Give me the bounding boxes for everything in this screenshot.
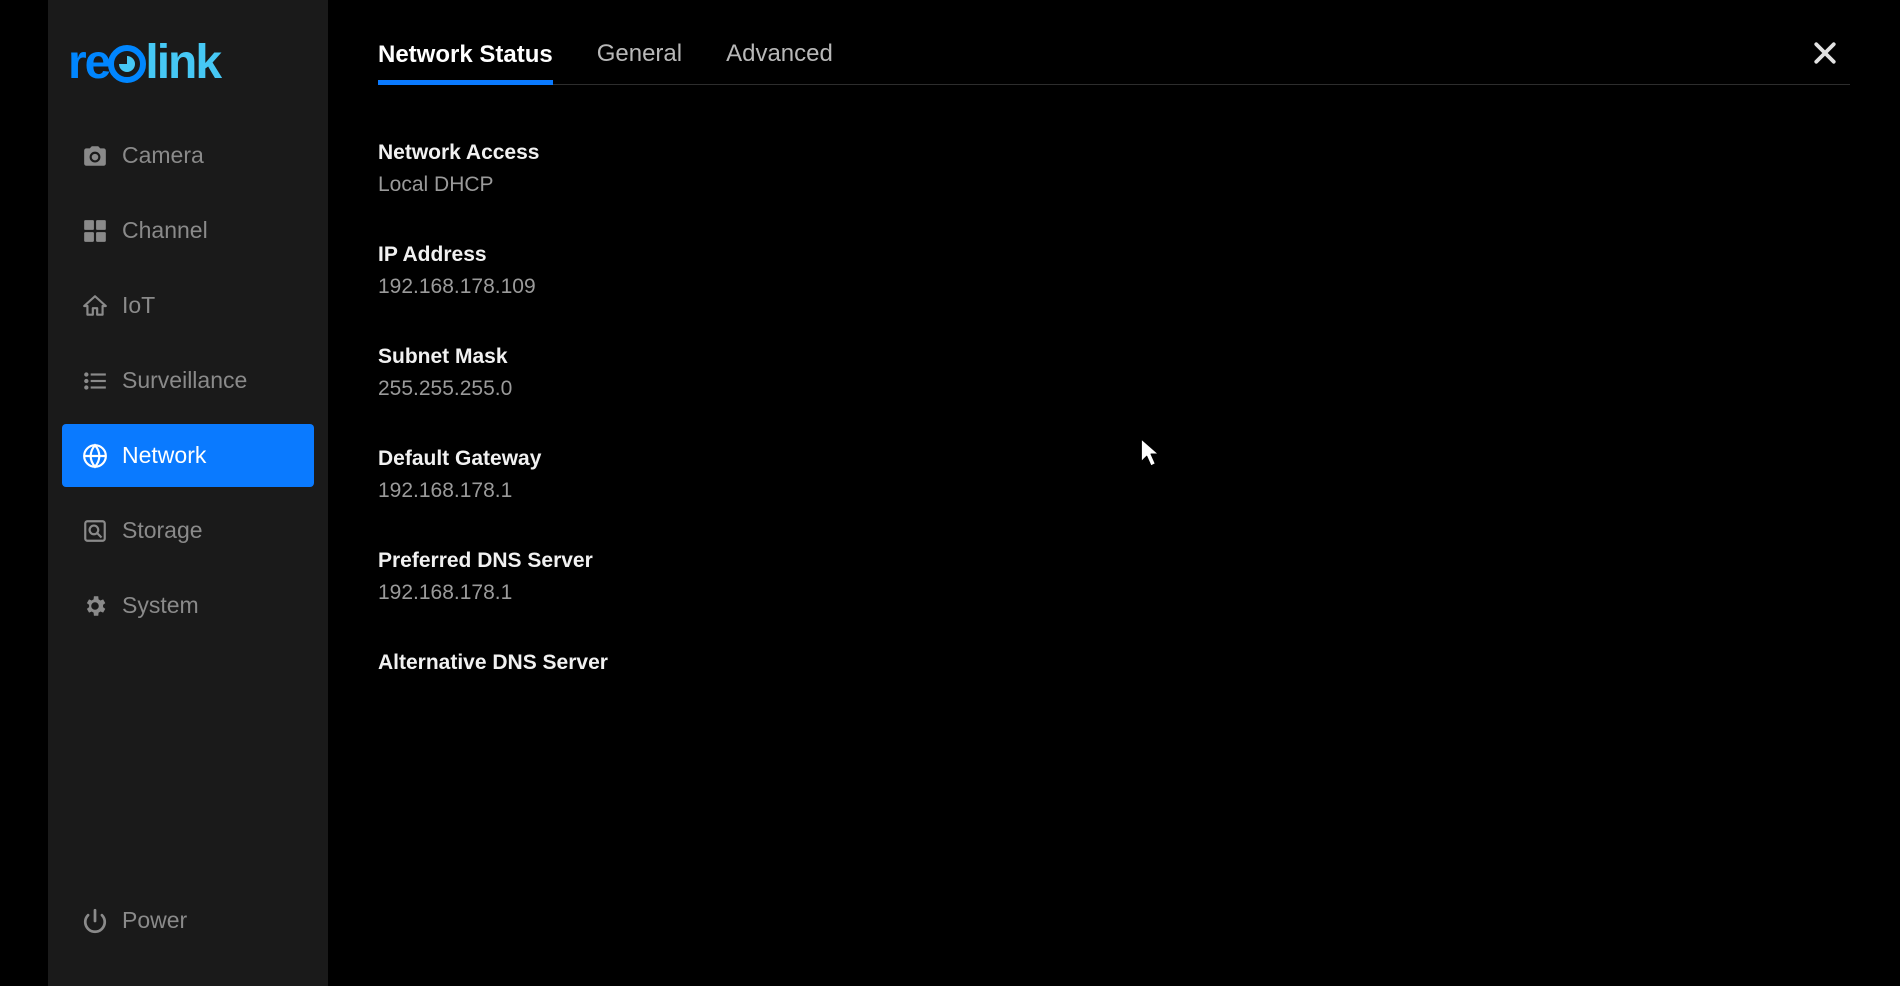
sidebar-item-label: Channel — [122, 217, 208, 244]
power-icon — [82, 908, 108, 934]
sidebar-item-camera[interactable]: Camera — [62, 124, 314, 187]
sidebar-item-network[interactable]: Network — [62, 424, 314, 487]
sidebar-item-label: Storage — [122, 517, 203, 544]
field-default-gateway: Default Gateway 192.168.178.1 — [378, 447, 1850, 503]
sidebar-item-surveillance[interactable]: Surveillance — [62, 349, 314, 412]
field-value: 192.168.178.1 — [378, 581, 1850, 605]
field-value: 255.255.255.0 — [378, 377, 1850, 401]
globe-icon — [82, 443, 108, 469]
tab-network-status[interactable]: Network Status — [378, 29, 553, 85]
tab-bar: Network Status General Advanced — [378, 28, 1850, 85]
sidebar-item-label: Power — [122, 907, 187, 934]
sidebar-item-iot[interactable]: IoT — [62, 274, 314, 337]
tab-advanced[interactable]: Advanced — [726, 28, 833, 84]
sidebar-nav: Camera Channel IoT Surveillance Network — [48, 118, 328, 986]
sidebar: re link Camera Channel — [48, 0, 328, 986]
field-label: Default Gateway — [378, 447, 1850, 471]
field-network-access: Network Access Local DHCP — [378, 141, 1850, 197]
field-label: Subnet Mask — [378, 345, 1850, 369]
field-label: IP Address — [378, 243, 1850, 267]
brand-logo: re link — [48, 25, 328, 118]
brand-prefix: re — [68, 35, 109, 90]
sidebar-item-label: System — [122, 592, 199, 619]
sidebar-item-storage[interactable]: Storage — [62, 499, 314, 562]
field-value: 192.168.178.1 — [378, 479, 1850, 503]
brand-text: re link — [68, 35, 220, 90]
close-icon — [1810, 35, 1840, 76]
field-label: Preferred DNS Server — [378, 549, 1850, 573]
close-button[interactable] — [1806, 34, 1844, 78]
grid-icon — [82, 218, 108, 244]
sidebar-item-label: IoT — [122, 292, 155, 319]
sidebar-item-channel[interactable]: Channel — [62, 199, 314, 262]
field-subnet-mask: Subnet Mask 255.255.255.0 — [378, 345, 1850, 401]
sidebar-item-power[interactable]: Power — [62, 889, 314, 952]
field-label: Network Access — [378, 141, 1850, 165]
sidebar-item-label: Camera — [122, 142, 204, 169]
gear-icon — [82, 593, 108, 619]
field-alternative-dns: Alternative DNS Server — [378, 651, 1850, 675]
field-value: Local DHCP — [378, 173, 1850, 197]
list-icon — [82, 368, 108, 394]
field-value: 192.168.178.109 — [378, 275, 1850, 299]
sidebar-item-label: Surveillance — [122, 367, 247, 394]
field-preferred-dns: Preferred DNS Server 192.168.178.1 — [378, 549, 1850, 605]
brand-suffix: link — [145, 35, 220, 90]
field-label: Alternative DNS Server — [378, 651, 1850, 675]
home-icon — [82, 293, 108, 319]
search-doc-icon — [82, 518, 108, 544]
sidebar-item-label: Network — [122, 442, 206, 469]
sidebar-item-system[interactable]: System — [62, 574, 314, 637]
main-content: Network Status General Advanced Network … — [328, 0, 1900, 986]
brand-logo-icon — [107, 43, 147, 83]
field-ip-address: IP Address 192.168.178.109 — [378, 243, 1850, 299]
tab-general[interactable]: General — [597, 28, 682, 84]
network-status-panel: Network Access Local DHCP IP Address 192… — [378, 85, 1850, 675]
camera-icon — [82, 143, 108, 169]
